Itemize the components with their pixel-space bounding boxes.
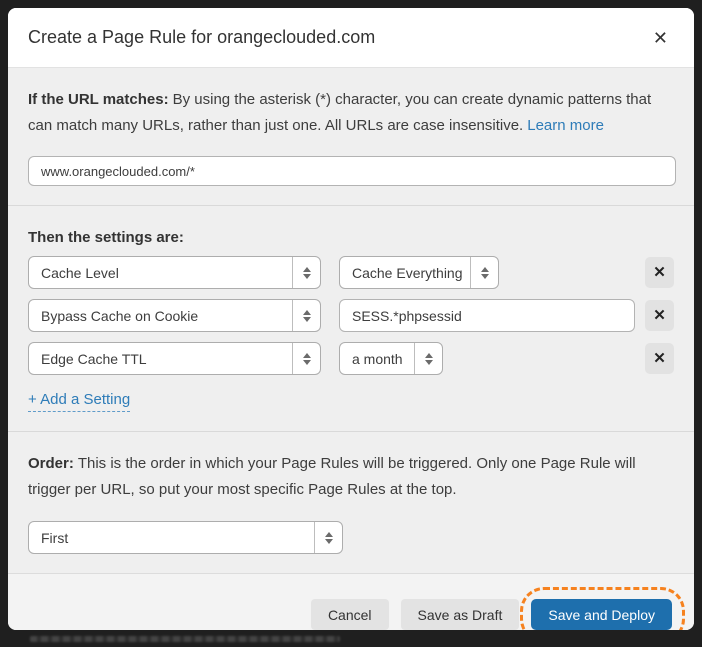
order-select-label: First <box>29 530 314 546</box>
stepper-icon <box>292 343 320 374</box>
remove-icon: ✕ <box>653 350 666 367</box>
stepper-icon <box>292 257 320 288</box>
order-description: Order:This is the order in which your Pa… <box>28 451 668 503</box>
remove-setting-button[interactable]: ✕ <box>645 300 674 331</box>
remove-icon: ✕ <box>653 264 666 281</box>
save-as-draft-button[interactable]: Save as Draft <box>401 599 520 630</box>
learn-more-link[interactable]: Learn more <box>527 117 604 134</box>
stepper-icon <box>292 300 320 331</box>
modal-footer: Cancel Save as Draft Save and Deploy <box>8 573 694 630</box>
dimmed-page-background <box>0 630 702 647</box>
close-icon: ✕ <box>653 28 668 48</box>
stepper-icon <box>470 257 498 288</box>
setting-row: Cache Level Cache Everything ✕ <box>28 256 674 289</box>
setting-select-cache-level[interactable]: Cache Level <box>28 256 321 289</box>
setting-value-label: a month <box>340 351 414 367</box>
url-pattern-input[interactable] <box>28 156 676 186</box>
stepper-icon <box>414 343 442 374</box>
settings-section: Then the settings are: Cache Level Cache… <box>8 205 694 431</box>
add-setting-link[interactable]: + Add a Setting <box>28 391 130 412</box>
setting-row: Edge Cache TTL a month ✕ <box>28 342 674 375</box>
order-label: Order: <box>28 455 74 472</box>
order-description-text: This is the order in which your Page Rul… <box>28 455 636 498</box>
close-button[interactable]: ✕ <box>647 25 674 51</box>
setting-select-edge-cache-ttl[interactable]: Edge Cache TTL <box>28 342 321 375</box>
settings-heading: Then the settings are: <box>28 229 674 246</box>
setting-select-label: Bypass Cache on Cookie <box>29 308 292 324</box>
setting-value-label: Cache Everything <box>340 265 470 281</box>
setting-select-label: Cache Level <box>29 265 292 281</box>
remove-setting-button[interactable]: ✕ <box>645 257 674 288</box>
save-and-deploy-button[interactable]: Save and Deploy <box>531 599 672 630</box>
setting-select-bypass-cache[interactable]: Bypass Cache on Cookie <box>28 299 321 332</box>
stepper-icon <box>314 522 342 553</box>
order-section: Order:This is the order in which your Pa… <box>8 431 694 573</box>
create-page-rule-modal: Create a Page Rule for orangeclouded.com… <box>8 8 694 630</box>
setting-value-select-a-month[interactable]: a month <box>339 342 443 375</box>
setting-select-label: Edge Cache TTL <box>29 351 292 367</box>
url-match-description: If the URL matches:By using the asterisk… <box>28 87 668 139</box>
cancel-button[interactable]: Cancel <box>311 599 389 630</box>
setting-value-input-cookie[interactable] <box>339 299 635 332</box>
setting-value-select-cache-everything[interactable]: Cache Everything <box>339 256 499 289</box>
remove-icon: ✕ <box>653 307 666 324</box>
url-match-label: If the URL matches: <box>28 91 169 108</box>
blurred-status-text <box>30 636 340 642</box>
page-title: Create a Page Rule for orangeclouded.com <box>28 27 647 48</box>
remove-setting-button[interactable]: ✕ <box>645 343 674 374</box>
url-match-section: If the URL matches:By using the asterisk… <box>8 68 694 205</box>
modal-header: Create a Page Rule for orangeclouded.com… <box>8 8 694 68</box>
order-select[interactable]: First <box>28 521 343 554</box>
setting-row: Bypass Cache on Cookie ✕ <box>28 299 674 332</box>
